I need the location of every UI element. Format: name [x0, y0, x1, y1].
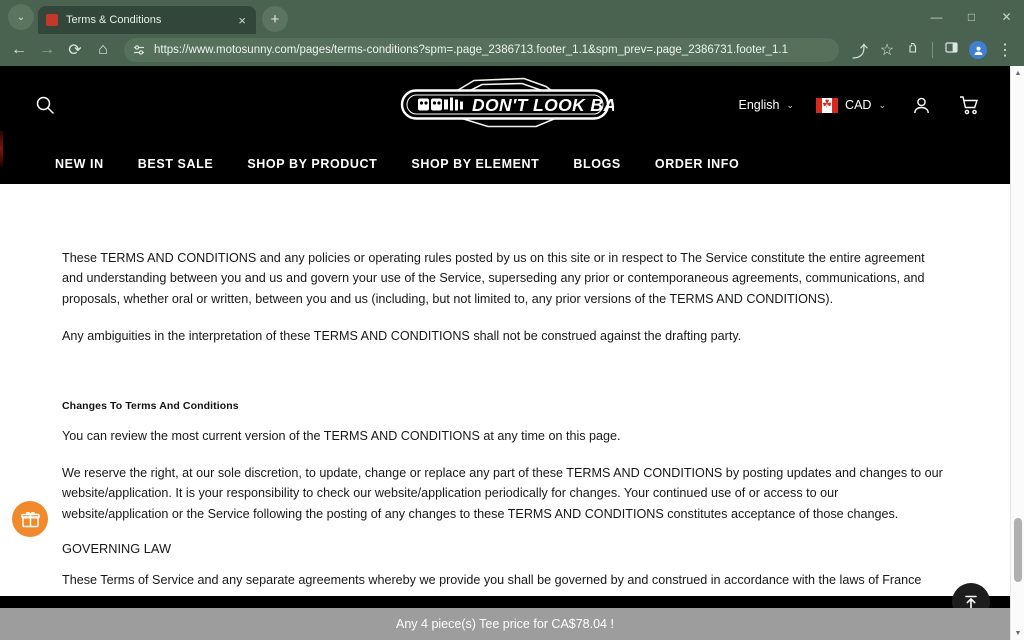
back-button[interactable]: ← [6, 37, 32, 63]
favicon [46, 14, 58, 26]
tab-search-button[interactable]: ⌄ [8, 4, 34, 30]
paragraph-governing-law: These Terms of Service and any separate … [62, 570, 948, 590]
nav-item-shop-by-product[interactable]: SHOP BY PRODUCT [247, 157, 377, 171]
side-panel-button[interactable] [938, 37, 964, 63]
reload-icon: ⟳ [68, 40, 81, 60]
page-viewport: These TERMS AND CONDITIONS and any polic… [0, 66, 1010, 640]
tab-title: Terms & Conditions [66, 14, 228, 26]
arrow-left-icon: ← [11, 41, 27, 59]
extensions-button[interactable] [901, 37, 927, 63]
window-controls: — □ ✕ [919, 0, 1024, 34]
puzzle-icon [907, 41, 921, 60]
paragraph-review-current-version: You can review the most current version … [62, 426, 948, 446]
chevron-down-icon: ⌄ [17, 12, 25, 23]
scrollbar-down-arrow[interactable]: ▼ [1011, 626, 1024, 640]
close-icon[interactable]: × [236, 14, 248, 27]
minimize-icon: — [931, 10, 943, 24]
nav-item-new-in[interactable]: NEW IN [55, 157, 104, 171]
nav-item-order-info[interactable]: ORDER INFO [655, 157, 739, 171]
nav-item-best-sale[interactable]: BEST SALE [138, 157, 214, 171]
forward-button[interactable]: → [34, 37, 60, 63]
site-logo[interactable]: DON'T LOOK BACK [396, 75, 614, 136]
browser-menu-button[interactable]: ⋮ [992, 37, 1018, 63]
home-button[interactable]: ⌂ [90, 37, 116, 63]
paragraph-entire-agreement: These TERMS AND CONDITIONS and any polic… [62, 248, 948, 309]
close-icon: ✕ [1001, 10, 1011, 24]
profile-button[interactable] [965, 37, 991, 63]
language-label: English [739, 98, 780, 112]
new-tab-button[interactable]: + [262, 6, 288, 32]
nav-item-blogs[interactable]: BLOGS [573, 157, 620, 171]
site-header: DON'T LOOK BACK English ⌄ ☘ CAD ⌄ [0, 66, 1010, 184]
toolbar-right-group: ⤴ ☆ [847, 37, 1018, 63]
currency-selector[interactable]: ☘ CAD ⌄ [816, 98, 886, 113]
site-header-top: DON'T LOOK BACK English ⌄ ☘ CAD ⌄ [0, 66, 1010, 144]
plus-icon: + [271, 11, 280, 28]
nav-item-shop-by-element[interactable]: SHOP BY ELEMENT [411, 157, 539, 171]
minimize-button[interactable]: — [919, 2, 954, 32]
cart-button[interactable] [956, 92, 982, 118]
spacer [62, 364, 948, 400]
toolbar-divider [932, 42, 933, 58]
maximize-button[interactable]: □ [954, 2, 989, 32]
address-bar[interactable]: https://www.motosunny.com/pages/terms-co… [124, 38, 839, 62]
site-header-right: English ⌄ ☘ CAD ⌄ [739, 92, 983, 118]
language-selector[interactable]: English ⌄ [739, 98, 795, 112]
side-panel-icon [945, 41, 958, 59]
page-scrollbar[interactable]: ▲ ▼ [1010, 66, 1024, 640]
browser-toolbar: ← → ⟳ ⌂ https://www.motosunny.com/pages/… [0, 34, 1024, 66]
gift-promo-button[interactable] [12, 501, 48, 537]
browser-window: ⌄ Terms & Conditions × + — □ ✕ ← → [0, 0, 1024, 640]
browser-tab[interactable]: Terms & Conditions × [38, 6, 256, 34]
paragraph-reserve-right: We reserve the right, at our sole discre… [62, 463, 948, 524]
paragraph-ambiguities: Any ambiguities in the interpretation of… [62, 326, 948, 346]
share-icon: ⤴ [852, 38, 868, 62]
heading-changes-to-terms: Changes To Terms And Conditions [62, 400, 948, 412]
account-button[interactable] [908, 92, 934, 118]
site-settings-icon[interactable] [132, 43, 146, 57]
avatar [969, 41, 987, 59]
main-navigation: NEW IN BEST SALE SHOP BY PRODUCT SHOP BY… [0, 144, 1010, 184]
maximize-icon: □ [968, 10, 975, 24]
tab-strip: ⌄ Terms & Conditions × + — □ ✕ [0, 0, 1024, 34]
arrow-right-icon: → [39, 41, 55, 59]
url-text: https://www.motosunny.com/pages/terms-co… [154, 44, 788, 56]
search-button[interactable] [28, 88, 62, 122]
home-icon: ⌂ [98, 41, 108, 59]
scrollbar-thumb[interactable] [1014, 518, 1022, 582]
reload-button[interactable]: ⟳ [62, 37, 88, 63]
three-dots-icon: ⋮ [997, 40, 1013, 60]
promo-bar[interactable]: Any 4 piece(s) Tee price for CA$78.04 ! [0, 608, 1010, 640]
bookmark-button[interactable]: ☆ [874, 37, 900, 63]
window-close-button[interactable]: ✕ [989, 2, 1024, 32]
canada-flag-icon: ☘ [816, 98, 838, 113]
maple-leaf-icon: ☘ [822, 100, 832, 111]
heading-governing-law: GOVERNING LAW [62, 541, 948, 556]
currency-label: CAD [845, 98, 871, 112]
promo-text: Any 4 piece(s) Tee price for CA$78.04 ! [396, 617, 614, 631]
star-icon: ☆ [880, 40, 894, 60]
chevron-down-icon: ⌄ [787, 100, 795, 111]
chevron-down-icon: ⌄ [878, 100, 886, 111]
share-button[interactable]: ⤴ [847, 37, 873, 63]
logo-text: DON'T LOOK BACK [472, 95, 614, 115]
scrollbar-up-arrow[interactable]: ▲ [1011, 66, 1024, 80]
